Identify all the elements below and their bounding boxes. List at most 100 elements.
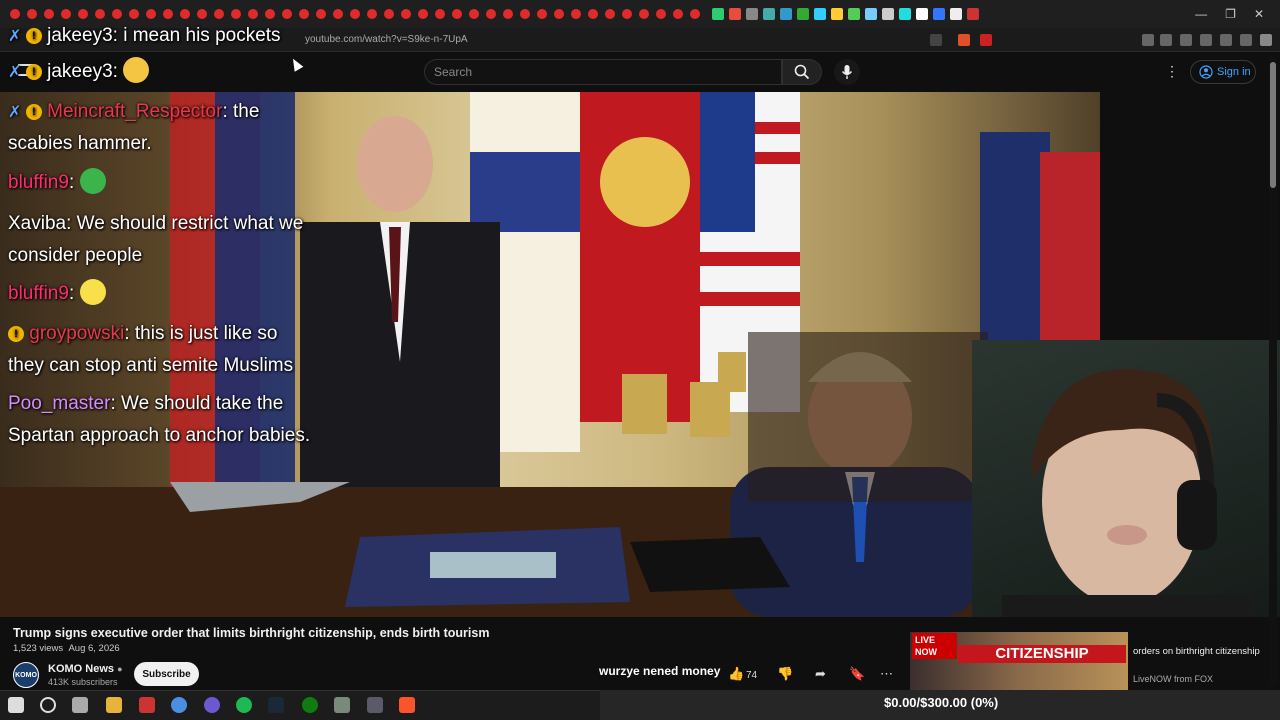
tab-favicon-icon[interactable] bbox=[418, 9, 428, 19]
extensions-icon[interactable] bbox=[1142, 34, 1154, 46]
tab-favicon-icon[interactable] bbox=[384, 9, 394, 19]
share-icon[interactable]: ➦ bbox=[815, 666, 826, 682]
wallet-icon[interactable] bbox=[1200, 34, 1212, 46]
scrollbar-thumb[interactable] bbox=[1270, 62, 1276, 188]
search-taskbar-icon[interactable] bbox=[40, 697, 56, 713]
tab-favicon-icon[interactable] bbox=[180, 9, 190, 19]
vpn-icon[interactable] bbox=[1240, 34, 1252, 46]
related-video-title[interactable]: orders on birthright citizenship bbox=[1133, 646, 1273, 658]
tab-favicon-icon[interactable] bbox=[452, 9, 462, 19]
channel-avatar[interactable]: KOMO bbox=[13, 662, 39, 688]
tab-favicon-icon[interactable] bbox=[469, 9, 479, 19]
tab-favicon-icon[interactable] bbox=[814, 8, 826, 20]
chat-username[interactable]: bluffin9 bbox=[8, 283, 69, 304]
tab-favicon-icon[interactable] bbox=[248, 9, 258, 19]
tab-favicon-icon[interactable] bbox=[197, 9, 207, 19]
spotify-icon[interactable] bbox=[236, 697, 252, 713]
channel-name[interactable]: KOMO News ● bbox=[48, 663, 123, 675]
app-icon[interactable] bbox=[334, 697, 350, 713]
leo-icon[interactable] bbox=[1220, 34, 1232, 46]
more-options-icon[interactable]: ⋮ bbox=[1165, 63, 1179, 80]
tab-favicon-icon[interactable] bbox=[622, 9, 632, 19]
tab-favicon-icon[interactable] bbox=[299, 9, 309, 19]
tab-favicon-icon[interactable] bbox=[797, 8, 809, 20]
rewards-icon[interactable] bbox=[980, 34, 992, 46]
tab-favicon-icon[interactable] bbox=[882, 8, 894, 20]
tab-favicon-icon[interactable] bbox=[916, 8, 928, 20]
tab-favicon-icon[interactable] bbox=[78, 9, 88, 19]
search-input[interactable] bbox=[424, 59, 782, 85]
tab-favicon-icon[interactable] bbox=[967, 8, 979, 20]
minimize-icon[interactable]: — bbox=[1195, 7, 1207, 21]
tab-favicon-icon[interactable] bbox=[486, 9, 496, 19]
steam-icon[interactable] bbox=[268, 697, 284, 713]
chat-username[interactable]: groypowski bbox=[29, 323, 124, 344]
tab-favicon-icon[interactable] bbox=[746, 8, 758, 20]
tab-favicon-icon[interactable] bbox=[899, 8, 911, 20]
chat-username[interactable]: Poo_master bbox=[8, 393, 110, 414]
tab-favicon-icon[interactable] bbox=[831, 8, 843, 20]
subscribe-button[interactable]: Subscribe bbox=[134, 662, 199, 686]
dislike-icon[interactable]: 👎 bbox=[777, 666, 793, 682]
brave-icon[interactable] bbox=[399, 697, 415, 713]
tab-favicon-icon[interactable] bbox=[673, 9, 683, 19]
tab-favicon-icon[interactable] bbox=[712, 8, 724, 20]
tab-favicon-icon[interactable] bbox=[367, 9, 377, 19]
tab-favicon-icon[interactable] bbox=[10, 9, 20, 19]
tab-favicon-icon[interactable] bbox=[656, 9, 666, 19]
tab-favicon-icon[interactable] bbox=[933, 8, 945, 20]
file-explorer-icon[interactable] bbox=[106, 697, 122, 713]
tab-favicon-icon[interactable] bbox=[588, 9, 598, 19]
search-button[interactable] bbox=[782, 59, 822, 85]
chrome-icon[interactable] bbox=[171, 697, 187, 713]
url-text[interactable]: youtube.com/watch?v=S9ke-n-7UpA bbox=[305, 34, 468, 45]
menu-icon[interactable] bbox=[1260, 34, 1272, 46]
chat-username[interactable]: Xaviba bbox=[8, 213, 66, 234]
tab-favicon-icon[interactable] bbox=[163, 9, 173, 19]
tab-favicon-icon[interactable] bbox=[950, 8, 962, 20]
tab-favicon-icon[interactable] bbox=[780, 8, 792, 20]
tab-favicon-icon[interactable] bbox=[95, 9, 105, 19]
chat-username[interactable]: Meincraft_Respector bbox=[47, 101, 222, 122]
tab-favicon-icon[interactable] bbox=[763, 8, 775, 20]
tab-favicon-icon[interactable] bbox=[282, 9, 292, 19]
voice-search-button[interactable] bbox=[834, 59, 860, 85]
tab-favicon-icon[interactable] bbox=[520, 9, 530, 19]
tab-favicon-icon[interactable] bbox=[537, 9, 547, 19]
tab-favicon-icon[interactable] bbox=[503, 9, 513, 19]
tab-favicon-icon[interactable] bbox=[146, 9, 156, 19]
maximize-icon[interactable]: ❐ bbox=[1225, 7, 1236, 21]
tab-favicon-icon[interactable] bbox=[729, 8, 741, 20]
bookmark-icon[interactable] bbox=[930, 34, 942, 46]
tab-favicon-icon[interactable] bbox=[27, 9, 37, 19]
media-icon[interactable] bbox=[1160, 34, 1172, 46]
tab-favicon-icon[interactable] bbox=[44, 9, 54, 19]
xbox-icon[interactable] bbox=[302, 697, 318, 713]
tab-favicon-icon[interactable] bbox=[554, 9, 564, 19]
task-view-icon[interactable] bbox=[72, 697, 88, 713]
sidebar-icon[interactable] bbox=[1180, 34, 1192, 46]
tab-favicon-icon[interactable] bbox=[350, 9, 360, 19]
chat-username[interactable]: jakeey3 bbox=[47, 61, 113, 82]
tab-favicon-icon[interactable] bbox=[231, 9, 241, 19]
tab-favicon-icon[interactable] bbox=[639, 9, 649, 19]
browser-app-icon[interactable] bbox=[204, 697, 220, 713]
tab-favicon-icon[interactable] bbox=[316, 9, 326, 19]
tab-favicon-icon[interactable] bbox=[605, 9, 615, 19]
tab-favicon-icon[interactable] bbox=[435, 9, 445, 19]
tab-favicon-icon[interactable] bbox=[571, 9, 581, 19]
windows-start-icon[interactable] bbox=[8, 697, 24, 713]
chat-username[interactable]: jakeey3 bbox=[47, 25, 113, 46]
obs-icon[interactable] bbox=[139, 697, 155, 713]
tab-favicon-icon[interactable] bbox=[690, 9, 700, 19]
like-icon[interactable]: 👍 bbox=[728, 666, 744, 682]
tab-favicon-icon[interactable] bbox=[401, 9, 411, 19]
sign-in-button[interactable]: Sign in bbox=[1190, 60, 1256, 84]
tab-favicon-icon[interactable] bbox=[865, 8, 877, 20]
save-icon[interactable]: 🔖 bbox=[849, 666, 865, 682]
tab-favicon-icon[interactable] bbox=[129, 9, 139, 19]
tab-favicon-icon[interactable] bbox=[61, 9, 71, 19]
discord-icon[interactable] bbox=[367, 697, 383, 713]
tab-favicon-icon[interactable] bbox=[333, 9, 343, 19]
brave-shield-icon[interactable] bbox=[958, 34, 970, 46]
